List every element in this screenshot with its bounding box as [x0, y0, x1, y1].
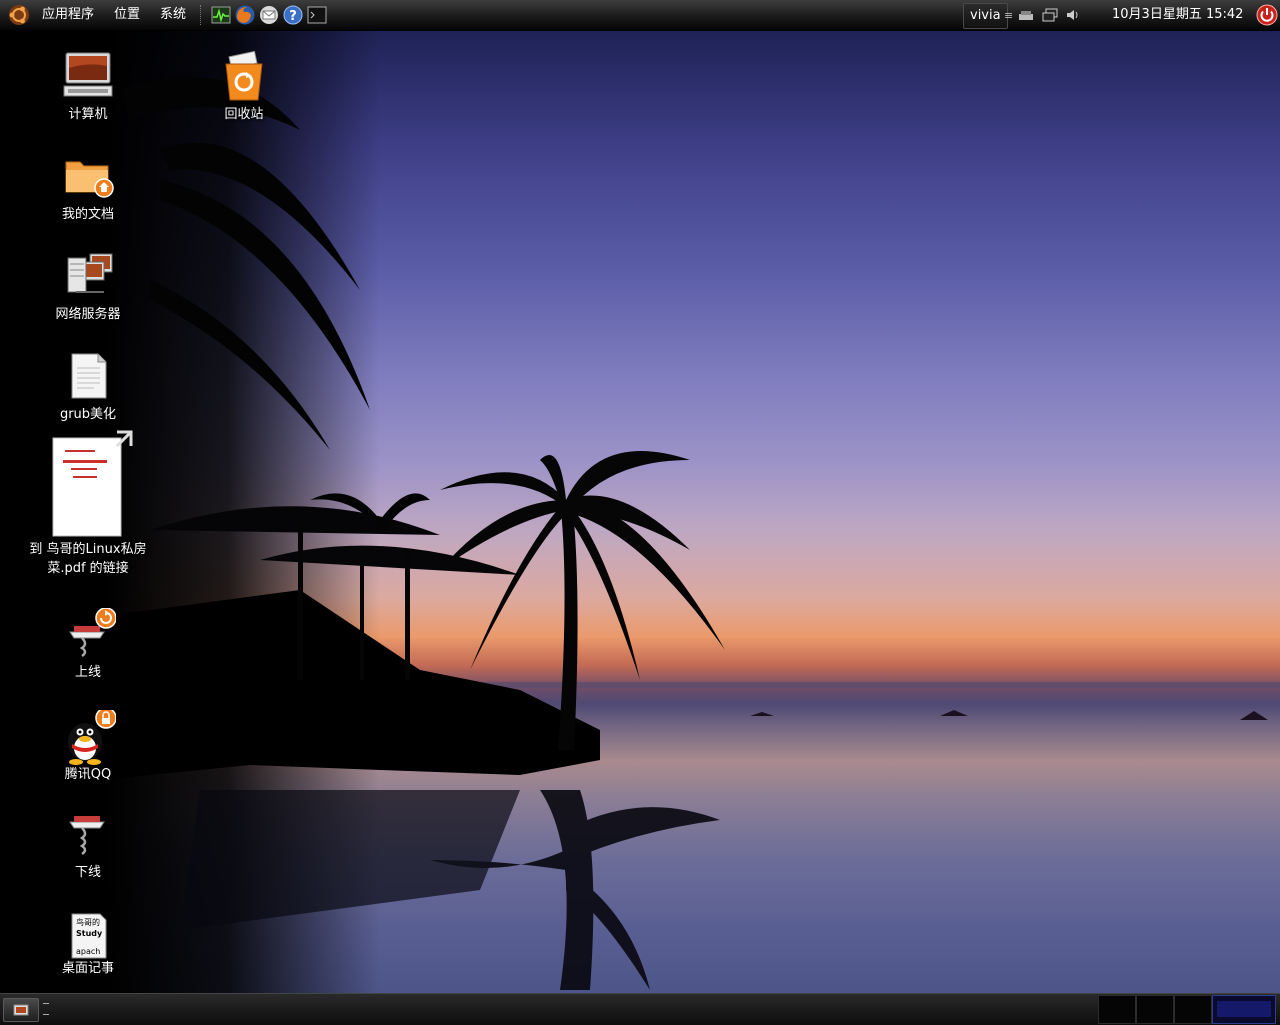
tray-handle-icon: ≡	[1004, 8, 1014, 22]
show-desktop-button[interactable]	[3, 998, 39, 1022]
qq-penguin-icon	[60, 707, 117, 766]
ubuntu-logo-icon[interactable]	[8, 4, 30, 26]
bottom-panel	[0, 993, 1280, 1025]
menu-system[interactable]: 系统	[150, 0, 196, 30]
connect-icon	[60, 607, 117, 664]
desktop-icon-disconnect[interactable]: 下线	[33, 808, 143, 882]
help-icon[interactable]: ?	[282, 4, 304, 26]
desktop-icon-label: 计算机	[68, 107, 108, 122]
system-tray: ≡	[1004, 0, 1088, 30]
volume-icon[interactable]	[1066, 8, 1080, 22]
text-document-icon	[60, 350, 116, 406]
terminal-icon[interactable]	[306, 4, 328, 26]
desktop-icon-connect[interactable]: 上线	[33, 607, 143, 682]
taskbar-handle[interactable]	[43, 1003, 49, 1015]
system-monitor-icon[interactable]	[210, 4, 232, 26]
desktop-icon-trash[interactable]: 回收站	[189, 50, 299, 124]
network-wired-icon[interactable]	[1018, 8, 1034, 22]
desktop-icon-label: 我的文档	[61, 207, 114, 222]
workspace-4-active[interactable]	[1212, 995, 1276, 1024]
disconnect-icon	[60, 808, 116, 864]
note-preview-line: Study	[76, 929, 103, 938]
note-preview-line: 鸟哥的	[76, 917, 100, 927]
desktop-icon-label: 到 鸟哥的Linux私房菜.pdf 的链接	[29, 542, 147, 576]
window-list-icon[interactable]	[1042, 8, 1058, 22]
desktop-icon-computer[interactable]: 计算机	[33, 50, 143, 124]
firefox-icon[interactable]	[234, 4, 256, 26]
desktop-icon-qq[interactable]: 腾讯QQ	[33, 707, 143, 784]
workspace-2[interactable]	[1136, 995, 1174, 1024]
desktop-icon-network-servers[interactable]: 网络服务器	[33, 250, 143, 324]
desktop-icon-label: 下线	[74, 865, 101, 880]
network-server-icon	[60, 250, 116, 306]
desktop-icon-home-folder[interactable]: 我的文档	[33, 150, 143, 224]
workspace-switcher	[1098, 995, 1276, 1024]
shutdown-icon[interactable]	[1256, 4, 1278, 26]
desktop-icon-label: grub美化	[59, 407, 117, 422]
pdf-link-icon	[51, 430, 133, 537]
show-desktop-icon	[13, 1004, 29, 1016]
menu-applications[interactable]: 应用程序	[32, 0, 104, 30]
computer-icon	[60, 50, 116, 106]
desktop-icon-label: 桌面记事	[61, 961, 114, 976]
palm-silhouette-scenery	[0, 76, 1280, 990]
desktop-icon-label: 网络服务器	[55, 307, 121, 322]
desktop-icon-grub-file[interactable]: grub美化	[33, 350, 143, 424]
desktop-icon-label: 腾讯QQ	[64, 767, 112, 782]
top-panel: 应用程序 位置 系统 ? vivia ≡ 10月3日星期五 15:42	[0, 0, 1280, 31]
trash-icon	[216, 50, 272, 106]
desktop-icon-pdf-link[interactable]: 到 鸟哥的Linux私房菜.pdf 的链接	[18, 430, 158, 578]
home-folder-icon	[60, 150, 116, 206]
desktop-icon-desktop-note[interactable]: 鸟哥的 Study apach 桌面记事	[33, 912, 143, 978]
user-switcher[interactable]: vivia	[963, 3, 1008, 29]
desktop-icon-label: 上线	[74, 665, 101, 680]
svg-text:?: ?	[289, 9, 297, 24]
workspace-3[interactable]	[1174, 995, 1212, 1024]
workspace-1[interactable]	[1098, 995, 1136, 1024]
panel-clock[interactable]: 10月3日星期五 15:42	[1112, 0, 1243, 30]
menu-places[interactable]: 位置	[104, 0, 150, 30]
desktop-icon-label: 回收站	[224, 107, 264, 122]
mail-client-icon[interactable]	[258, 4, 280, 26]
note-preview-line: apach	[76, 947, 100, 956]
panel-separator	[200, 5, 204, 25]
note-document-icon: 鸟哥的 Study apach	[60, 912, 116, 960]
